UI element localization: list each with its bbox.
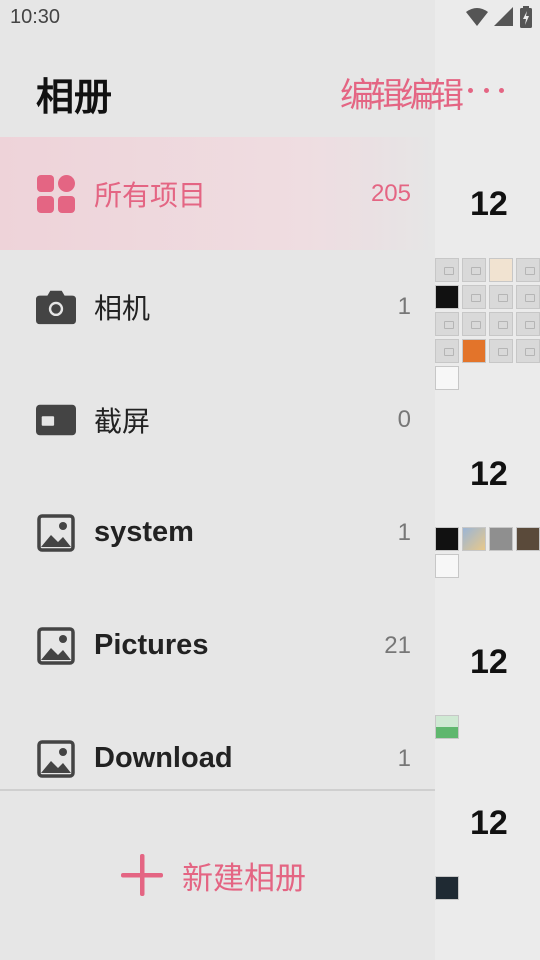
new-album-button[interactable]: 新建相册 <box>120 850 306 900</box>
image-icon <box>36 513 76 553</box>
thumbnail-grid <box>435 258 540 390</box>
album-drawer: 相册 所有项目 205 相机 1 截屏 0 system 1 Pictures … <box>0 0 435 960</box>
photo-thumbnail[interactable] <box>435 339 459 363</box>
photo-thumbnail[interactable] <box>516 258 540 282</box>
photo-thumbnail[interactable] <box>435 285 459 309</box>
photo-thumbnail[interactable] <box>489 312 513 336</box>
photo-thumbnail[interactable] <box>516 527 540 551</box>
album-item-camera[interactable]: 相机 1 <box>0 250 435 363</box>
battery-icon <box>520 6 532 28</box>
photo-thumbnail[interactable] <box>435 715 459 739</box>
album-count: 0 <box>397 405 411 433</box>
thumbnail-grid <box>435 715 540 739</box>
divider <box>0 789 435 791</box>
image-icon <box>36 626 76 666</box>
album-item-system[interactable]: system 1 <box>0 476 435 589</box>
image-icon <box>36 739 76 779</box>
photo-thumbnail[interactable] <box>435 876 459 900</box>
status-bar: 10:30 <box>0 0 540 36</box>
date-header: 12 <box>470 185 508 223</box>
album-count: 1 <box>397 518 411 546</box>
status-icons <box>466 6 532 28</box>
album-item-all[interactable]: 所有项目 205 <box>0 137 435 250</box>
photo-thumbnail[interactable] <box>462 527 486 551</box>
date-header: 12 <box>470 643 508 681</box>
photo-thumbnail[interactable] <box>462 339 486 363</box>
album-name: 截屏 <box>94 404 151 438</box>
album-count: 205 <box>370 179 411 207</box>
new-album-label: 新建相册 <box>182 860 306 897</box>
album-name: Download <box>94 742 233 774</box>
photo-thumbnail[interactable] <box>435 366 459 390</box>
photo-thumbnail[interactable] <box>435 527 459 551</box>
photo-thumbnail[interactable] <box>435 554 459 578</box>
album-name: 相机 <box>94 291 151 325</box>
screenshot-icon <box>36 400 76 440</box>
more-horizontal-icon[interactable] <box>466 78 506 102</box>
edit-button[interactable]: 编辑编辑 <box>340 68 464 117</box>
album-count: 1 <box>397 744 411 772</box>
album-item-download[interactable]: Download 1 <box>0 702 435 815</box>
photo-thumbnail[interactable] <box>516 285 540 309</box>
photo-thumbnail[interactable] <box>489 285 513 309</box>
photo-thumbnail[interactable] <box>516 339 540 363</box>
album-name: 所有项目 <box>94 178 207 212</box>
status-time: 10:30 <box>10 6 61 28</box>
camera-icon <box>36 287 76 327</box>
album-name: Pictures <box>94 629 209 661</box>
album-list: 所有项目 205 相机 1 截屏 0 system 1 Pictures 21 … <box>0 137 435 815</box>
photo-thumbnail[interactable] <box>435 312 459 336</box>
album-item-pictures[interactable]: Pictures 21 <box>0 589 435 702</box>
thumbnail-grid <box>435 876 540 900</box>
photo-thumbnail[interactable] <box>462 285 486 309</box>
album-name: system <box>94 516 194 548</box>
photo-thumbnail[interactable] <box>489 527 513 551</box>
photo-thumbnail[interactable] <box>462 312 486 336</box>
plus-icon <box>121 854 163 896</box>
album-count: 1 <box>397 292 411 320</box>
photo-thumbnail[interactable] <box>462 258 486 282</box>
date-header: 12 <box>470 804 508 842</box>
date-header: 12 <box>470 455 508 493</box>
wifi-icon <box>466 8 488 26</box>
signal-icon <box>494 7 513 26</box>
thumbnail-grid <box>435 527 540 578</box>
photo-thumbnail[interactable] <box>489 258 513 282</box>
album-item-screenshots[interactable]: 截屏 0 <box>0 363 435 476</box>
album-count: 21 <box>384 631 411 659</box>
photo-thumbnail[interactable] <box>516 312 540 336</box>
grid-icon <box>36 174 76 214</box>
photo-thumbnail[interactable] <box>435 258 459 282</box>
photo-thumbnail[interactable] <box>489 339 513 363</box>
drawer-title: 相册 <box>36 75 113 119</box>
